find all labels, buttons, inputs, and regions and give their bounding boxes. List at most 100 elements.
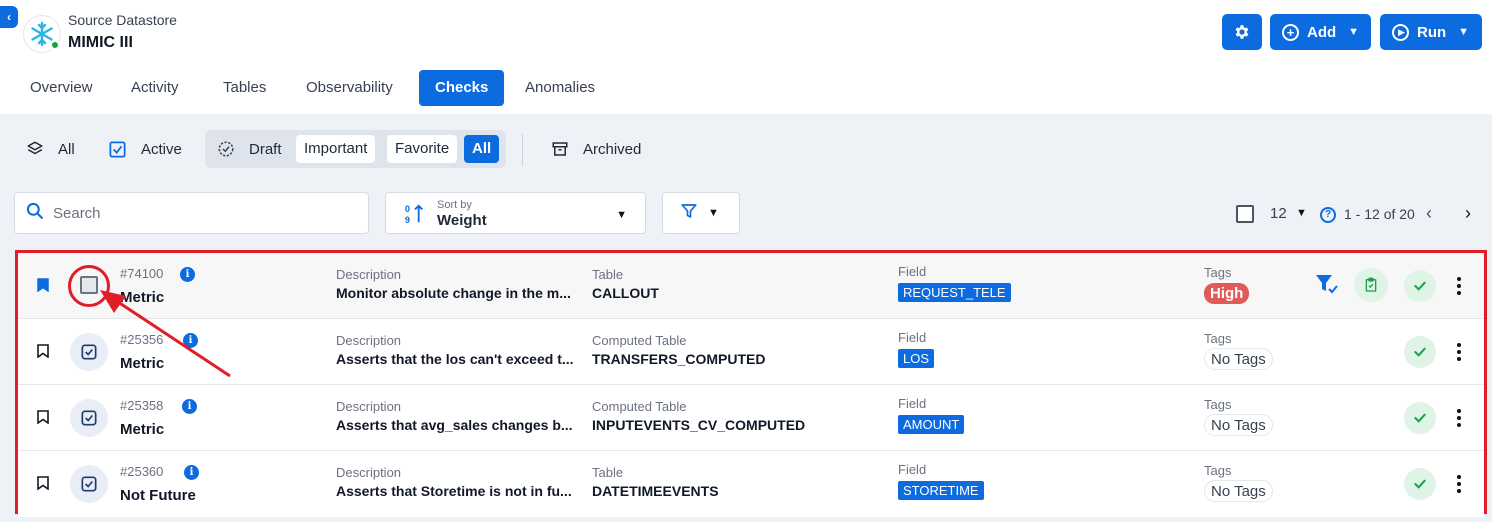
field-badge: LOS <box>898 349 935 368</box>
more-vertical-icon[interactable] <box>1454 403 1464 433</box>
select-all-checkbox[interactable] <box>1236 205 1254 223</box>
tags-label: Tags <box>1204 331 1232 346</box>
caret-down-icon: ▼ <box>616 209 627 221</box>
tab-overview[interactable]: Overview <box>14 70 109 106</box>
settings-button[interactable] <box>1222 14 1262 50</box>
check-type-icon[interactable] <box>70 333 108 371</box>
field-badge: REQUEST_TELE <box>898 283 1011 302</box>
per-page-value[interactable]: 12 <box>1270 205 1287 222</box>
filter-archived[interactable]: Archived <box>551 130 641 168</box>
filter-all-selected[interactable]: All <box>464 135 500 163</box>
tags-label: Tags <box>1204 397 1232 412</box>
list-item[interactable]: #25358 i Metric Description Asserts that… <box>18 385 1484 451</box>
run-button[interactable]: ▶ Run ▼ <box>1380 14 1482 50</box>
bookmark-icon[interactable] <box>37 410 49 429</box>
chevron-down-icon: ▼ <box>1348 26 1360 38</box>
table-label: Table <box>592 267 624 282</box>
checkbox-checked-icon <box>108 140 127 159</box>
help-icon[interactable]: ? <box>1320 207 1336 223</box>
table-label: Table <box>592 465 624 480</box>
gear-icon <box>1235 25 1249 39</box>
pagination: 12 ▼ ? 1 - 12 of 20 ‹ › <box>1230 200 1490 228</box>
check-type: Metric <box>120 421 165 438</box>
check-type-icon[interactable] <box>70 465 108 503</box>
check-type: Metric <box>120 289 165 306</box>
description-label: Description <box>336 465 402 480</box>
draft-clock-icon <box>217 140 235 158</box>
chevron-left-icon[interactable]: ‹ <box>1426 203 1432 224</box>
check-table: INPUTEVENTS_CV_COMPUTED <box>592 417 806 433</box>
status-dot <box>50 40 60 50</box>
filter-favorite[interactable]: Favorite <box>387 135 458 163</box>
more-vertical-icon[interactable] <box>1454 271 1464 301</box>
list-item[interactable]: #74100 i Metric Description Monitor abso… <box>18 253 1484 319</box>
check-type: Metric <box>120 355 165 372</box>
funnel-icon <box>680 202 698 225</box>
check-description: Asserts that the los can't exceed t... <box>336 351 574 367</box>
description-label: Description <box>336 267 402 282</box>
page-header: ‹ Source Datastore MIMIC III + Add ▼ ▶ R… <box>0 0 1492 70</box>
more-vertical-icon[interactable] <box>1454 469 1464 499</box>
filter-archived-label: Archived <box>583 140 642 158</box>
filter-all[interactable]: All <box>26 130 75 168</box>
tags-label: Tags <box>1204 265 1232 280</box>
sort-caption: Sort by <box>437 199 472 211</box>
table-label: Computed Table <box>592 333 687 348</box>
check-type-icon[interactable] <box>70 399 108 437</box>
info-icon[interactable]: i <box>180 267 195 282</box>
list-item[interactable]: #25360 i Not Future Description Asserts … <box>18 451 1484 517</box>
filter-important[interactable]: Important <box>296 135 376 163</box>
check-status-icon[interactable] <box>1404 468 1436 500</box>
add-button[interactable]: + Add ▼ <box>1270 14 1371 50</box>
check-status-icon[interactable] <box>1404 270 1436 302</box>
sort-value: Weight <box>437 212 487 229</box>
highlight-circle <box>68 265 110 307</box>
info-icon[interactable]: i <box>183 333 198 348</box>
tab-checks[interactable]: Checks <box>419 70 505 106</box>
more-vertical-icon[interactable] <box>1454 337 1464 367</box>
tab-anomalies[interactable]: Anomalies <box>509 70 611 106</box>
filter-check-icon[interactable] <box>1315 273 1339 300</box>
tags-label: Tags <box>1204 463 1232 478</box>
filter-draft[interactable]: Draft <box>217 130 282 168</box>
sort-dropdown[interactable]: 09 Sort by Weight ▼ <box>385 192 646 234</box>
check-type: Not Future <box>120 487 196 504</box>
search-input[interactable] <box>53 204 353 222</box>
chevron-right-icon[interactable]: › <box>1465 203 1471 224</box>
tag-badge: High <box>1204 283 1250 304</box>
check-table: CALLOUT <box>592 285 659 301</box>
filter-button[interactable]: ▼ <box>662 192 740 234</box>
plus-circle-icon: + <box>1282 23 1299 41</box>
info-icon[interactable]: i <box>184 465 199 480</box>
filter-all-label: All <box>58 140 75 158</box>
check-description: Monitor absolute change in the m... <box>336 285 571 301</box>
check-table: TRANSFERS_COMPUTED <box>592 351 766 367</box>
layers-icon <box>26 140 44 158</box>
check-id: #25360 <box>120 464 164 479</box>
tab-observability[interactable]: Observability <box>290 70 409 106</box>
tab-tables[interactable]: Tables <box>207 70 282 106</box>
check-status-icon[interactable] <box>1404 336 1436 368</box>
tab-activity[interactable]: Activity <box>115 70 195 106</box>
info-icon[interactable]: i <box>182 399 197 414</box>
bookmark-icon[interactable] <box>37 344 49 363</box>
bookmark-icon[interactable] <box>37 476 49 495</box>
filter-active-label: Active <box>141 140 182 158</box>
checks-list: #74100 i Metric Description Monitor abso… <box>15 250 1487 517</box>
filter-active[interactable]: Active <box>108 130 182 168</box>
list-item[interactable]: #25356 i Metric Description Asserts that… <box>18 319 1484 385</box>
chevron-down-icon: ▼ <box>1458 26 1470 38</box>
chevron-left-icon[interactable]: ‹ <box>0 6 18 28</box>
draft-filter-group: Draft Important Favorite All <box>205 130 506 168</box>
description-label: Description <box>336 333 402 348</box>
divider <box>522 134 523 166</box>
tag-badge: No Tags <box>1204 348 1273 370</box>
caret-down-icon[interactable]: ▼ <box>1296 207 1307 219</box>
check-status-icon[interactable] <box>1404 402 1436 434</box>
bookmark-filled-icon[interactable] <box>37 278 49 297</box>
check-id: #25358 <box>120 398 164 413</box>
check-id: #74100 <box>120 266 164 281</box>
run-button-label: Run <box>1417 23 1447 41</box>
clipboard-check-icon[interactable] <box>1354 268 1388 302</box>
add-button-label: Add <box>1307 23 1337 41</box>
